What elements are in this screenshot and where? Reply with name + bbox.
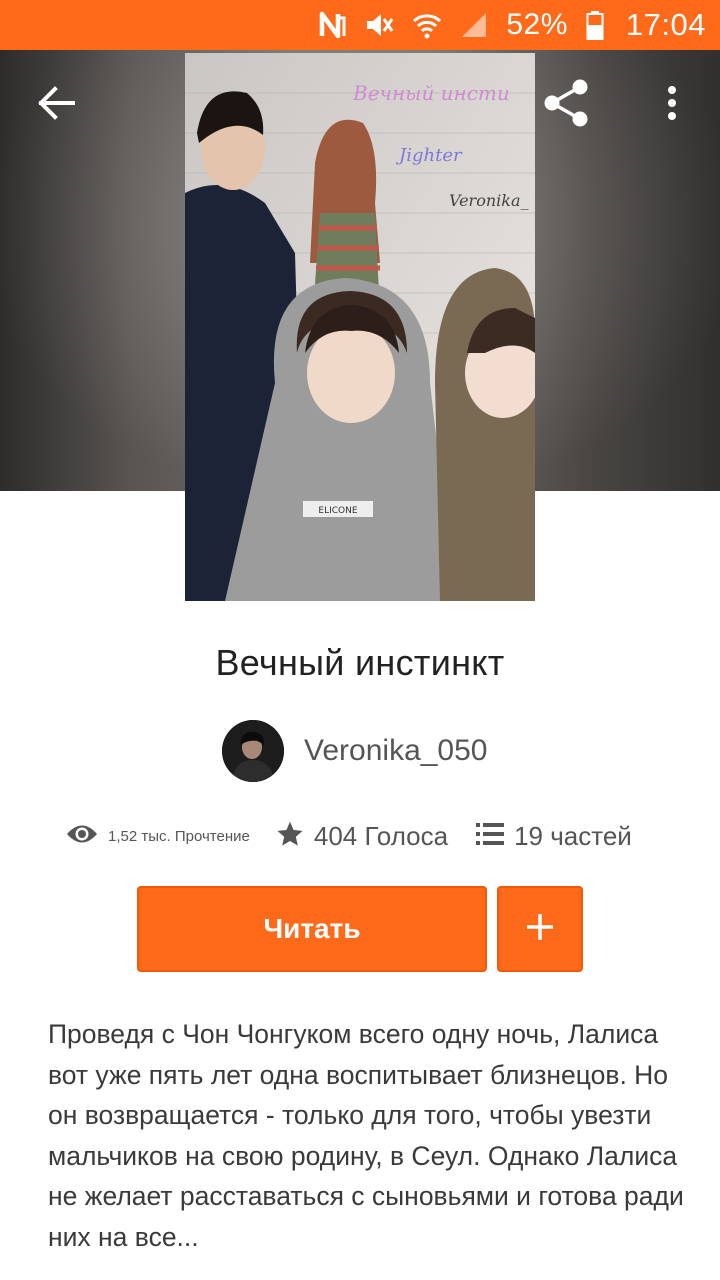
votes-count: 404 Голоса (313, 820, 449, 851)
more-vertical-icon (666, 85, 678, 126)
add-to-library-button[interactable] (497, 886, 583, 972)
battery-percent: 52% (506, 8, 568, 41)
parts-stat[interactable]: 19 частей (476, 821, 632, 852)
star-icon (276, 820, 304, 853)
votes-stat: 404 Голоса (276, 820, 448, 853)
avatar[interactable] (222, 720, 284, 782)
clock: 17:04 (625, 7, 706, 42)
read-button[interactable]: Читать (137, 886, 487, 972)
share-icon (542, 78, 592, 133)
reads-count: 1,52 тыс. Прочтение (108, 827, 250, 845)
arrow-left-icon (37, 85, 75, 125)
signal-icon (460, 8, 488, 42)
battery-icon (586, 8, 604, 42)
nfc-icon (318, 8, 346, 42)
cover-badge-text: ELICONE (318, 506, 357, 516)
cover-author-text: Veronika_ (449, 191, 529, 210)
wifi-icon (412, 8, 442, 42)
eye-icon (66, 823, 98, 850)
list-icon (476, 822, 505, 851)
mute-icon (364, 8, 394, 42)
story-stats: 1,52 тыс. Прочтение 404 Голоса 19 частей (66, 812, 666, 860)
reads-stat: 1,52 тыс. Прочтение (66, 823, 250, 850)
story-title: Вечный инстинкт (215, 642, 505, 683)
cover-title-text: Вечный инсти (353, 81, 510, 105)
plus-icon (525, 912, 555, 947)
more-options-button[interactable] (642, 75, 702, 135)
share-button[interactable] (537, 75, 597, 135)
book-cover[interactable]: ELICONE Вечный инсти Jighter Veronika_ (185, 53, 535, 601)
author-row[interactable]: Veronika_050 (222, 720, 488, 782)
cover-subtitle-text: Jighter (399, 145, 462, 166)
story-description: Проведя с Чон Чонгуком всего одну ночь, … (48, 1019, 684, 1252)
status-bar: 52% 17:04 (0, 0, 720, 50)
author-name[interactable]: Veronika_050 (304, 734, 488, 768)
parts-count: 19 частей (514, 820, 632, 851)
cover-artwork: ELICONE (185, 53, 535, 601)
back-button[interactable] (26, 75, 86, 135)
